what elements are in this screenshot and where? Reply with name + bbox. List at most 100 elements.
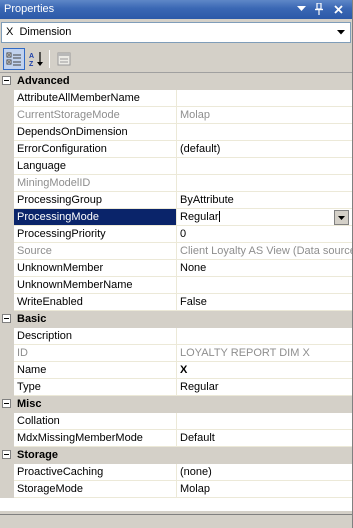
property-name[interactable]: AttributeAllMemberName [14, 90, 177, 107]
property-row[interactable]: UnknownMemberName [0, 277, 352, 294]
property-value[interactable] [177, 277, 352, 294]
properties-window: Properties X Dimension A Z Advanced Attr… [0, 0, 353, 528]
property-value[interactable]: None [177, 260, 352, 277]
property-row[interactable]: MdxMissingMemberMode Default [0, 430, 352, 447]
property-pages-button[interactable] [53, 48, 75, 70]
chevron-down-icon[interactable] [294, 2, 308, 16]
property-row[interactable]: Type Regular [0, 379, 352, 396]
object-selector[interactable]: X Dimension [1, 22, 351, 43]
property-value-text: LOYALTY REPORT DIM X [180, 347, 310, 359]
property-name[interactable]: StorageMode [14, 481, 177, 498]
row-margin [0, 90, 14, 107]
property-value[interactable]: X [177, 362, 352, 379]
property-name[interactable]: Source [14, 243, 177, 260]
property-row[interactable]: CurrentStorageMode Molap [0, 107, 352, 124]
property-row[interactable]: MiningModelID [0, 175, 352, 192]
category-basic[interactable]: Basic [0, 311, 352, 328]
property-name[interactable]: WriteEnabled [14, 294, 177, 311]
property-value-text: Regular [180, 381, 219, 393]
toolbar-separator [49, 50, 50, 68]
row-margin [0, 124, 14, 141]
property-row[interactable]: ProcessingGroup ByAttribute [0, 192, 352, 209]
pin-icon[interactable] [312, 2, 326, 16]
property-name[interactable]: UnknownMemberName [14, 277, 177, 294]
property-row[interactable]: Language [0, 158, 352, 175]
property-value-editor[interactable]: Regular [177, 209, 352, 226]
property-name[interactable]: Type [14, 379, 177, 396]
category-advanced[interactable]: Advanced [0, 73, 352, 90]
property-value[interactable] [177, 90, 352, 107]
property-name[interactable]: UnknownMember [14, 260, 177, 277]
property-value[interactable] [177, 413, 352, 430]
property-value-text: X [180, 364, 188, 376]
row-margin [0, 158, 14, 175]
property-value[interactable]: ByAttribute [177, 192, 352, 209]
property-name[interactable]: Name [14, 362, 177, 379]
property-row[interactable]: Source Client Loyalty AS View (Data sourc… [0, 243, 352, 260]
row-margin [0, 260, 14, 277]
property-row[interactable]: ProcessingPriority 0 [0, 226, 352, 243]
collapse-icon[interactable] [2, 76, 11, 85]
row-margin [0, 226, 14, 243]
property-row[interactable]: UnknownMember None [0, 260, 352, 277]
property-row[interactable]: AttributeAllMemberName [0, 90, 352, 107]
property-row[interactable]: Name X [0, 362, 352, 379]
property-value[interactable]: Regular [177, 379, 352, 396]
property-value: Molap [177, 107, 352, 124]
category-misc[interactable]: Misc [0, 396, 352, 413]
property-value[interactable]: Default [177, 430, 352, 447]
row-margin [0, 277, 14, 294]
chevron-down-icon[interactable] [333, 25, 348, 40]
category-label: Storage [17, 449, 58, 461]
collapse-icon[interactable] [2, 314, 11, 323]
property-value[interactable]: (default) [177, 141, 352, 158]
property-name[interactable]: ProcessingPriority [14, 226, 177, 243]
property-name[interactable]: MdxMissingMemberMode [14, 430, 177, 447]
property-value[interactable]: False [177, 294, 352, 311]
property-row[interactable]: ErrorConfiguration (default) [0, 141, 352, 158]
property-name[interactable]: Language [14, 158, 177, 175]
property-name[interactable]: MiningModelID [14, 175, 177, 192]
property-row[interactable]: StorageMode Molap [0, 481, 352, 498]
alphabetical-sort-icon: A Z [29, 52, 43, 67]
text-caret [218, 211, 220, 222]
chevron-down-icon[interactable] [334, 210, 349, 225]
property-value[interactable] [177, 158, 352, 175]
property-value[interactable]: Molap [177, 481, 352, 498]
property-name[interactable]: ProcessingMode [14, 209, 177, 226]
collapse-icon[interactable] [2, 399, 11, 408]
property-value[interactable]: 0 [177, 226, 352, 243]
property-name[interactable]: ProcessingGroup [14, 192, 177, 209]
property-name[interactable]: ID [14, 345, 177, 362]
categorized-button[interactable] [3, 48, 25, 70]
property-value[interactable] [177, 124, 352, 141]
close-icon[interactable] [331, 2, 345, 16]
category-label: Basic [17, 313, 47, 325]
row-margin [0, 243, 14, 260]
property-value[interactable]: (none) [177, 464, 352, 481]
property-row[interactable]: WriteEnabled False [0, 294, 352, 311]
category-storage[interactable]: Storage [0, 447, 352, 464]
property-row[interactable]: ProcessingMode Regular [0, 209, 352, 226]
alphabetical-button[interactable]: A Z [25, 48, 47, 70]
collapse-icon[interactable] [2, 450, 11, 459]
property-value[interactable] [177, 328, 352, 345]
property-row[interactable]: Description [0, 328, 352, 345]
property-value-text: Default [180, 432, 215, 444]
categorized-icon [6, 52, 21, 66]
row-margin [0, 175, 14, 192]
property-name[interactable]: DependsOnDimension [14, 124, 177, 141]
property-name[interactable]: Description [14, 328, 177, 345]
property-name[interactable]: CurrentStorageMode [14, 107, 177, 124]
property-name[interactable]: ErrorConfiguration [14, 141, 177, 158]
property-name[interactable]: ProactiveCaching [14, 464, 177, 481]
property-row[interactable]: Collation [0, 413, 352, 430]
property-row[interactable]: ProactiveCaching (none) [0, 464, 352, 481]
property-row[interactable]: DependsOnDimension [0, 124, 352, 141]
title-bar[interactable]: Properties [0, 0, 352, 19]
row-margin [0, 464, 14, 481]
property-row[interactable]: ID LOYALTY REPORT DIM X [0, 345, 352, 362]
property-name[interactable]: Collation [14, 413, 177, 430]
property-pages-icon [57, 52, 71, 66]
property-value [177, 175, 352, 192]
